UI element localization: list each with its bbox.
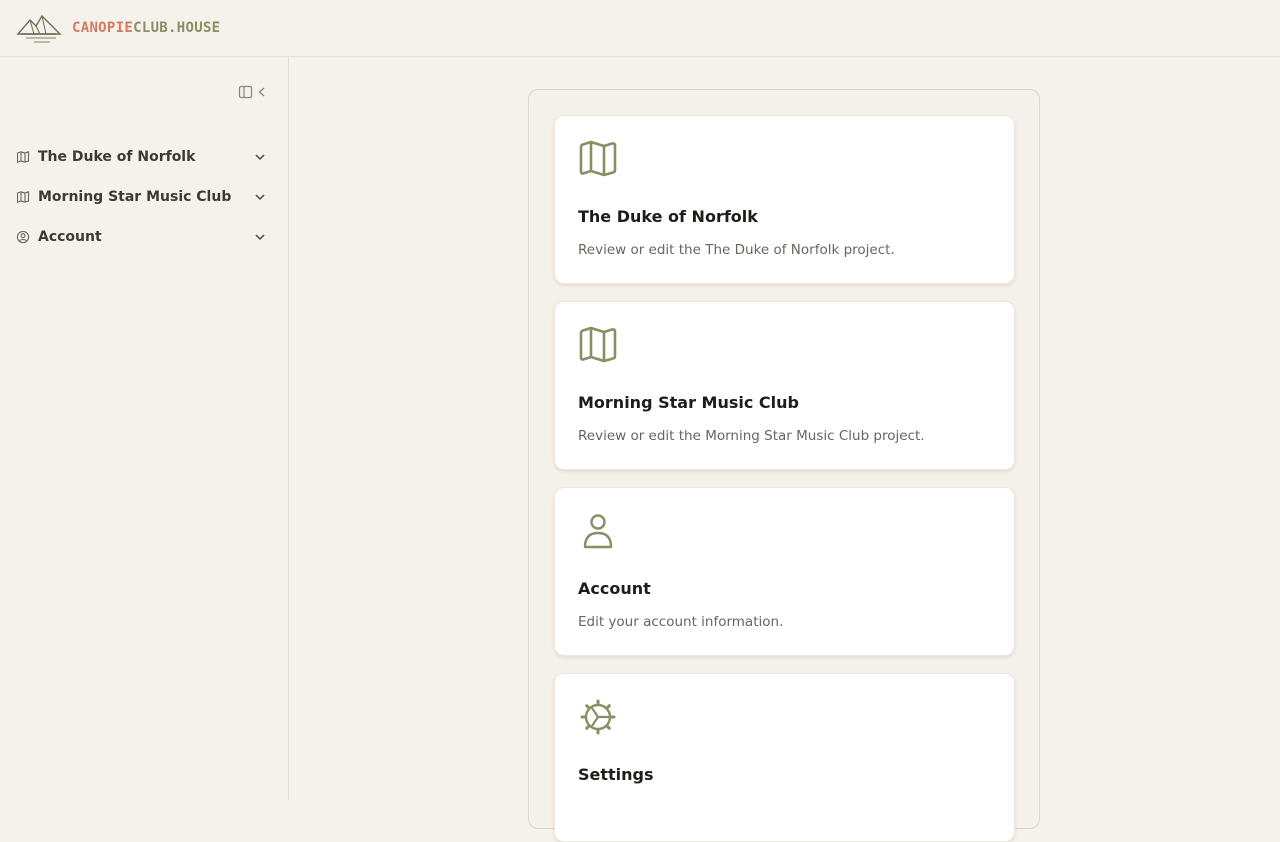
sidebar: The Duke of Norfolk Morning Star Music C… (0, 57, 289, 800)
chevron-down-icon[interactable] (253, 150, 267, 164)
sidebar-collapse-button[interactable] (238, 84, 268, 100)
map-icon (579, 140, 617, 177)
card-account[interactable]: Account Edit your account information. (554, 487, 1015, 656)
map-icon (579, 326, 617, 363)
card-title: Settings (578, 765, 654, 784)
sidebar-item-label: Morning Star Music Club (38, 189, 232, 205)
card-title: Account (578, 579, 651, 598)
brand-name-part2: CLUB.HOUSE (133, 20, 221, 36)
top-bar: CANOPIECLUB.HOUSE (0, 0, 1280, 57)
sidebar-nav: The Duke of Norfolk Morning Star Music C… (0, 137, 289, 257)
card-title: The Duke of Norfolk (578, 207, 758, 226)
chevron-down-icon[interactable] (253, 190, 267, 204)
brand-name-part1: CANOPIE (72, 20, 134, 36)
card-description: Edit your account information. (578, 614, 784, 630)
user-circle-icon (16, 230, 30, 244)
card-morning-star-music-club[interactable]: Morning Star Music Club Review or edit t… (554, 301, 1015, 470)
card-description: Review or edit the Morning Star Music Cl… (578, 428, 925, 444)
sidebar-item-account[interactable]: Account (0, 217, 289, 257)
brand-logo[interactable]: CANOPIECLUB.HOUSE (16, 12, 220, 44)
card-title: Morning Star Music Club (578, 393, 799, 412)
logo-mark-icon (16, 14, 62, 43)
main-panel: The Duke of Norfolk Review or edit the T… (528, 89, 1040, 842)
map-icon (16, 190, 30, 204)
card-description: Review or edit the The Duke of Norfolk p… (578, 242, 895, 258)
sidebar-item-duke-of-norfolk[interactable]: The Duke of Norfolk (0, 137, 289, 177)
map-icon (16, 150, 30, 164)
user-icon (583, 514, 613, 549)
card-settings[interactable]: Settings (554, 673, 1015, 842)
chevron-down-icon[interactable] (253, 230, 267, 244)
sidebar-collapse-icon (238, 85, 265, 99)
sidebar-item-morning-star-music-club[interactable]: Morning Star Music Club (0, 177, 289, 217)
card-duke-of-norfolk[interactable]: The Duke of Norfolk Review or edit the T… (554, 115, 1015, 284)
gear-icon (580, 699, 616, 735)
sidebar-item-label: Account (38, 229, 102, 245)
sidebar-item-label: The Duke of Norfolk (38, 149, 196, 165)
brand-name: CANOPIECLUB.HOUSE (72, 20, 220, 36)
